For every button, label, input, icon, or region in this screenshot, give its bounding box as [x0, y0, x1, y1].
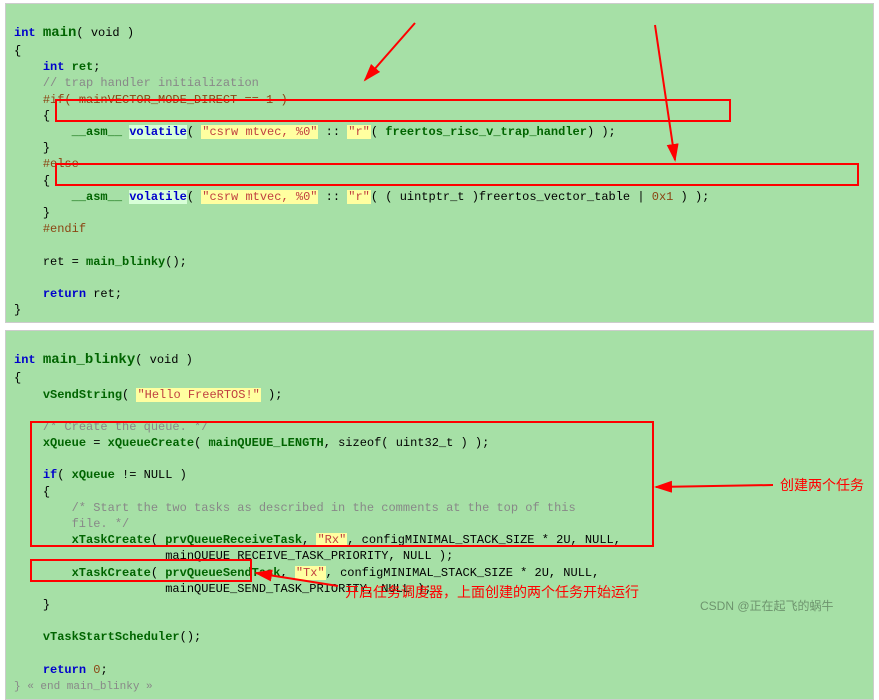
- function-main: main: [43, 25, 77, 41]
- function-xqueuecreate: xQueueCreate: [108, 436, 194, 450]
- string-hello: "Hello FreeRTOS!": [136, 388, 260, 402]
- string-csrw: "csrw mtvec, %0": [201, 125, 318, 139]
- annotation-create-tasks: 创建两个任务: [780, 475, 864, 495]
- brace-open: {: [14, 371, 21, 385]
- function-vsendstring: vSendString: [43, 388, 122, 402]
- annotation-start-scheduler: 开启任务调度器，上面创建的两个任务开始运行: [345, 582, 639, 602]
- function-xtaskcreate-2: xTaskCreate: [72, 566, 151, 580]
- folded-end: } « end main_blinky »: [14, 681, 153, 693]
- param-void: ( void ): [135, 353, 193, 367]
- string-csrw: "csrw mtvec, %0": [201, 190, 318, 204]
- string-r: "r": [347, 125, 371, 139]
- preprocessor-if: #if( mainVECTOR_MODE_DIRECT == 1 ): [43, 93, 288, 107]
- keyword-asm: __asm__: [72, 190, 122, 204]
- comment-trap: // trap handler initialization: [43, 76, 259, 90]
- param-void: ( void ): [76, 26, 134, 40]
- brace-close: }: [14, 303, 21, 317]
- keyword-int: int: [14, 26, 36, 40]
- keyword-volatile: volatile: [129, 190, 187, 204]
- brace-open: {: [14, 44, 21, 58]
- comment-create-queue: /* Create the queue. */: [43, 420, 209, 434]
- keyword-return: return: [43, 663, 86, 677]
- var-xqueue: xQueue: [43, 436, 86, 450]
- function-main-blinky: main_blinky: [43, 352, 135, 368]
- keyword-int: int: [43, 60, 65, 74]
- watermark: CSDN @正在起飞的蜗牛: [700, 597, 834, 614]
- keyword-volatile: volatile: [129, 125, 187, 139]
- var-ret: ret: [72, 60, 94, 74]
- function-xtaskcreate-1: xTaskCreate: [72, 533, 151, 547]
- identifier-trap-handler: freertos_risc_v_trap_handler: [385, 125, 587, 139]
- function-call-main-blinky: main_blinky: [86, 255, 165, 269]
- code-block-main: int main( void ) { int ret; // trap hand…: [5, 3, 874, 323]
- string-r: "r": [347, 190, 371, 204]
- code-block-main-blinky: int main_blinky( void ) { vSendString( "…: [5, 330, 874, 699]
- keyword-if: if: [43, 468, 57, 482]
- keyword-asm: __asm__: [72, 125, 122, 139]
- keyword-int: int: [14, 353, 36, 367]
- comment-start-tasks: /* Start the two tasks as described in t…: [14, 501, 576, 531]
- hex-literal: 0x1: [652, 190, 674, 204]
- preprocessor-else: #else: [43, 157, 79, 171]
- keyword-return: return: [43, 287, 86, 301]
- preprocessor-endif: #endif: [43, 222, 86, 236]
- function-vtaskstartscheduler: vTaskStartScheduler: [43, 630, 180, 644]
